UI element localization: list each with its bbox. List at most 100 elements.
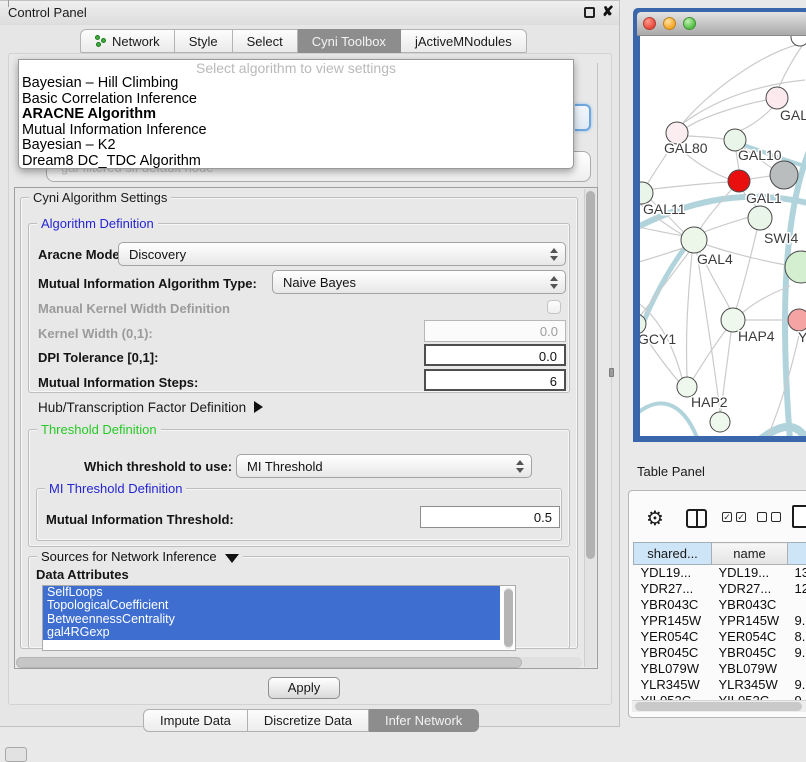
algorithm-option[interactable]: ARACNE Algorithm: [19, 107, 573, 123]
aracne-mode-combo[interactable]: Discovery: [118, 242, 566, 266]
table-cell[interactable]: YPR145W: [634, 613, 712, 629]
algorithm-definition-title: Algorithm Definition: [37, 216, 158, 231]
network-node-y[interactable]: [788, 309, 806, 331]
table-row[interactable]: YBR043CYBR043C: [634, 597, 806, 613]
table-cell[interactable]: YPR145W: [712, 613, 788, 629]
table-row[interactable]: YDL19...YDL19...13: [634, 565, 806, 581]
inference-algorithm-combo-edge[interactable]: [575, 104, 591, 131]
table-horizontal-scrollbar-thumb[interactable]: [635, 702, 802, 711]
hub-definition-toggle[interactable]: Hub/Transcription Factor Definition: [38, 400, 263, 415]
window-close-button[interactable]: [643, 17, 656, 30]
tab-cyni-toolbox[interactable]: Cyni Toolbox: [298, 29, 401, 53]
float-window-icon[interactable]: [584, 7, 595, 18]
algorithm-option[interactable]: Bayesian – Hill Climbing: [19, 76, 573, 92]
algorithm-option[interactable]: Mutual Information Inference: [19, 123, 573, 139]
deselect-all-checkboxes-icon[interactable]: [757, 512, 781, 522]
column-header[interactable]: A: [788, 543, 806, 565]
gear-icon[interactable]: ⚙: [646, 506, 664, 531]
tab-style[interactable]: Style: [175, 29, 233, 53]
mi-steps-field[interactable]: 6: [424, 369, 566, 391]
close-panel-icon[interactable]: ✘: [602, 3, 614, 20]
table-row[interactable]: YLR345WYLR345W9.: [634, 677, 806, 693]
table-cell[interactable]: [788, 661, 806, 677]
tab-impute-data[interactable]: Impute Data: [143, 709, 248, 732]
dpi-tolerance-field[interactable]: 0.0: [424, 344, 566, 366]
window-zoom-button[interactable]: [683, 17, 696, 30]
kernel-width-field[interactable]: 0.0: [424, 320, 566, 342]
tab-select[interactable]: Select: [233, 29, 298, 53]
table-row[interactable]: YPR145WYPR145W9.: [634, 613, 806, 629]
network-canvas[interactable]: GALGAL80GAL10GAL11GAL1SWI4GAL4GCY1HAP4YH…: [640, 36, 806, 436]
table-cell[interactable]: YDL19...: [634, 565, 712, 581]
table-cell[interactable]: YER054C: [634, 629, 712, 645]
table-row[interactable]: YER054CYER054C8.: [634, 629, 806, 645]
table-cell[interactable]: 9.: [788, 693, 806, 701]
table-cell[interactable]: YDR27...: [712, 581, 788, 597]
window-minimize-button[interactable]: [663, 17, 676, 30]
manual-kernel-checkbox[interactable]: [547, 300, 561, 314]
table-cell[interactable]: YDR27...: [634, 581, 712, 597]
network-graph: GALGAL80GAL10GAL11GAL1SWI4GAL4GCY1HAP4YH…: [640, 36, 806, 436]
which-threshold-combo[interactable]: MI Threshold: [236, 454, 532, 478]
tab-infer-network[interactable]: Infer Network: [369, 709, 479, 732]
network-node[interactable]: [728, 170, 750, 192]
sources-toggle[interactable]: Sources for Network Inference: [37, 549, 243, 564]
settings-vertical-scrollbar-thumb[interactable]: [586, 191, 595, 559]
mi-threshold-label: Mutual Information Threshold:: [46, 512, 234, 527]
column-header[interactable]: name: [712, 543, 788, 565]
table-cell[interactable]: 9.: [788, 645, 806, 661]
columns-icon[interactable]: [686, 509, 707, 528]
table-cell[interactable]: YLR345W: [634, 677, 712, 693]
table-row[interactable]: YBR045CYBR045C9.: [634, 645, 806, 661]
tab-jactivemnodules[interactable]: jActiveMNodules: [401, 29, 527, 53]
network-node[interactable]: [770, 161, 798, 189]
data-attributes-list[interactable]: SelfLoopsTopologicalCoefficientBetweenne…: [42, 585, 516, 651]
node-label: GCY1: [640, 331, 676, 347]
attribute-list-item[interactable]: gal4RGexp: [43, 626, 500, 639]
algorithm-option[interactable]: Basic Correlation Inference: [19, 92, 573, 108]
attribute-list-item[interactable]: TopologicalCoefficient: [43, 599, 500, 612]
network-node-gal1[interactable]: [748, 206, 772, 230]
table-cell[interactable]: YBR043C: [634, 597, 712, 613]
attribute-list-item[interactable]: SelfLoops: [43, 586, 500, 599]
table-row[interactable]: YDR27...YDR27...12: [634, 581, 806, 597]
table-cell[interactable]: YBR045C: [634, 645, 712, 661]
mi-algorithm-type-combo[interactable]: Naive Bayes: [272, 270, 566, 294]
table-cell[interactable]: 8.: [788, 629, 806, 645]
table-cell[interactable]: 9.: [788, 613, 806, 629]
table-cell[interactable]: YLR345W: [712, 677, 788, 693]
tab-network[interactable]: Network: [80, 29, 175, 53]
table-cell[interactable]: 9.: [788, 677, 806, 693]
network-node[interactable]: [710, 412, 730, 432]
table-cell[interactable]: YBL079W: [712, 661, 788, 677]
splitter-grip[interactable]: [609, 368, 614, 377]
table-cell[interactable]: YBR043C: [712, 597, 788, 613]
attributes-list-scrollbar-thumb[interactable]: [504, 589, 513, 647]
apply-button[interactable]: Apply: [268, 677, 340, 699]
table-row[interactable]: YIL052CYIL052C9.: [634, 693, 806, 701]
algorithm-option[interactable]: Bayesian – K2: [19, 138, 573, 154]
table-cell[interactable]: YDL19...: [712, 565, 788, 581]
table-cell[interactable]: YIL052C: [634, 693, 712, 701]
node-label: GAL80: [664, 140, 708, 156]
minimized-panel-button[interactable]: [5, 747, 27, 762]
tab-discretize-data[interactable]: Discretize Data: [248, 709, 369, 732]
settings-horizontal-scrollbar-thumb[interactable]: [16, 657, 522, 668]
table-cell[interactable]: YBL079W: [634, 661, 712, 677]
table-cell[interactable]: YBR045C: [712, 645, 788, 661]
table-cell[interactable]: 12: [788, 581, 806, 597]
table-cell[interactable]: YER054C: [712, 629, 788, 645]
algorithm-option[interactable]: Dream8 DC_TDC Algorithm: [19, 154, 573, 170]
table-cell[interactable]: YIL052C: [712, 693, 788, 701]
table-row[interactable]: YBL079WYBL079W: [634, 661, 806, 677]
document-icon[interactable]: [792, 505, 806, 528]
table-cell[interactable]: [788, 597, 806, 613]
network-node-gal[interactable]: [766, 87, 788, 109]
table-cell[interactable]: 13: [788, 565, 806, 581]
mi-threshold-field[interactable]: 0.5: [420, 506, 560, 528]
network-node-gal4[interactable]: [681, 227, 707, 253]
select-all-checkboxes-icon[interactable]: ✓✓: [722, 512, 746, 522]
network-node[interactable]: [791, 36, 806, 46]
attribute-list-item[interactable]: BetweennessCentrality: [43, 613, 500, 626]
column-header[interactable]: shared...: [634, 543, 712, 565]
